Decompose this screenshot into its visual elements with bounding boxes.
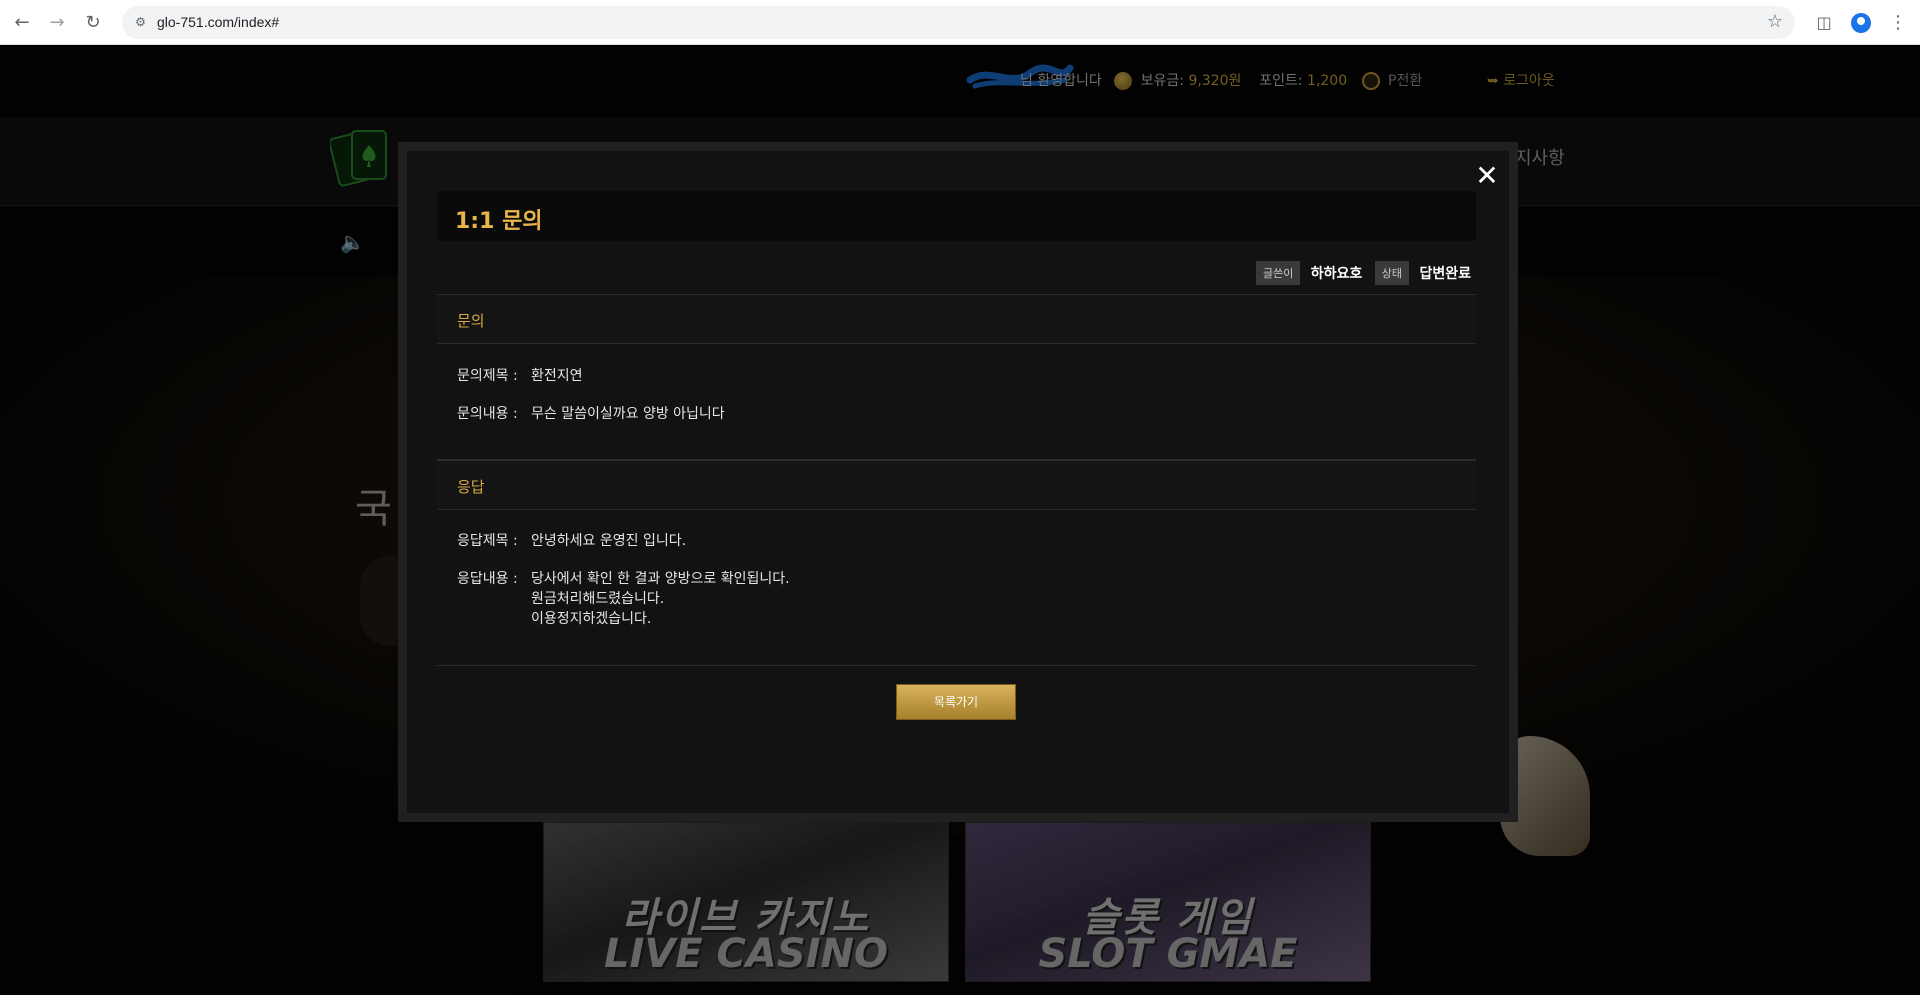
modal-content: ✕ 1:1 문의 글쓴이 하하요호 상태 답변완료 문의 문의제목 : 환전지연… — [407, 151, 1509, 813]
writer-tag: 글쓴이 — [1255, 261, 1301, 285]
answer-content-label: 응답내용 : — [457, 571, 518, 587]
answer-heading: 응답 — [457, 478, 485, 496]
status-badge: 답변완료 — [1419, 266, 1471, 282]
answer-section-header: 응답 — [437, 460, 1476, 510]
forward-arrow-icon[interactable]: → — [45, 11, 69, 35]
answer-subject-label: 응답제목 : — [457, 533, 518, 549]
inquiry-subject-row: 문의제목 : 환전지연 — [457, 366, 583, 386]
modal-title: 1:1 문의 — [455, 209, 543, 234]
close-icon[interactable]: ✕ — [1472, 161, 1502, 191]
modal-header: 1:1 문의 — [437, 191, 1476, 241]
inquiry-content-row: 문의내용 : 무슨 말씀이실까요 양방 아닙니다 — [457, 404, 725, 424]
browser-toolbar: ← → ↻ ⚙ glo-751.com/index# ☆ ◫ ⋮ — [0, 0, 1920, 45]
inquiry-section-header: 문의 — [437, 294, 1476, 344]
back-arrow-icon[interactable]: ← — [10, 11, 34, 35]
reload-icon[interactable]: ↻ — [81, 11, 105, 35]
bookmark-star-icon[interactable]: ☆ — [1767, 11, 1783, 33]
inquiry-content-label: 문의내용 : — [457, 406, 518, 422]
browser-menu-icon[interactable]: ⋮ — [1886, 11, 1910, 35]
inquiry-content: 무슨 말씀이실까요 양방 아닙니다 — [531, 406, 725, 422]
answer-line: 원금처리해드렸습니다. — [531, 591, 665, 607]
inquiry-heading: 문의 — [457, 312, 485, 330]
inquiry-subject: 환전지연 — [531, 368, 583, 384]
answer-line: 이용정지하겠습니다. — [531, 611, 652, 627]
back-to-list-button[interactable]: 목록가기 — [896, 684, 1016, 720]
address-bar[interactable]: ⚙ glo-751.com/index# ☆ — [122, 6, 1795, 39]
inquiry-section-body: 문의제목 : 환전지연 문의내용 : 무슨 말씀이실까요 양방 아닙니다 — [437, 344, 1476, 460]
answer-subject-row: 응답제목 : 안녕하세요 운영진 입니다. — [457, 531, 686, 551]
writer-name: 하하요호 — [1310, 266, 1363, 282]
answer-section-body: 응답제목 : 안녕하세요 운영진 입니다. 응답내용 : 당사에서 확인 한 결… — [437, 510, 1476, 666]
inquiry-modal: ✕ 1:1 문의 글쓴이 하하요호 상태 답변완료 문의 문의제목 : 환전지연… — [398, 142, 1518, 822]
status-tag: 상태 — [1374, 261, 1410, 285]
answer-content: 당사에서 확인 한 결과 양방으로 확인됩니다. 원금처리해드렸습니다. 이용정… — [531, 569, 790, 629]
inquiry-subject-label: 문의제목 : — [457, 368, 518, 384]
answer-line: 당사에서 확인 한 결과 양방으로 확인됩니다. — [531, 571, 790, 587]
site-info-icon[interactable]: ⚙ — [132, 14, 149, 31]
side-panel-icon[interactable]: ◫ — [1812, 11, 1836, 35]
answer-subject: 안녕하세요 운영진 입니다. — [531, 533, 687, 549]
post-meta: 글쓴이 하하요호 상태 답변완료 — [1248, 261, 1471, 285]
url-text[interactable]: glo-751.com/index# — [157, 6, 279, 39]
answer-content-row: 응답내용 : 당사에서 확인 한 결과 양방으로 확인됩니다. 원금처리해드렸습… — [457, 569, 790, 629]
profile-icon[interactable] — [1849, 11, 1873, 35]
